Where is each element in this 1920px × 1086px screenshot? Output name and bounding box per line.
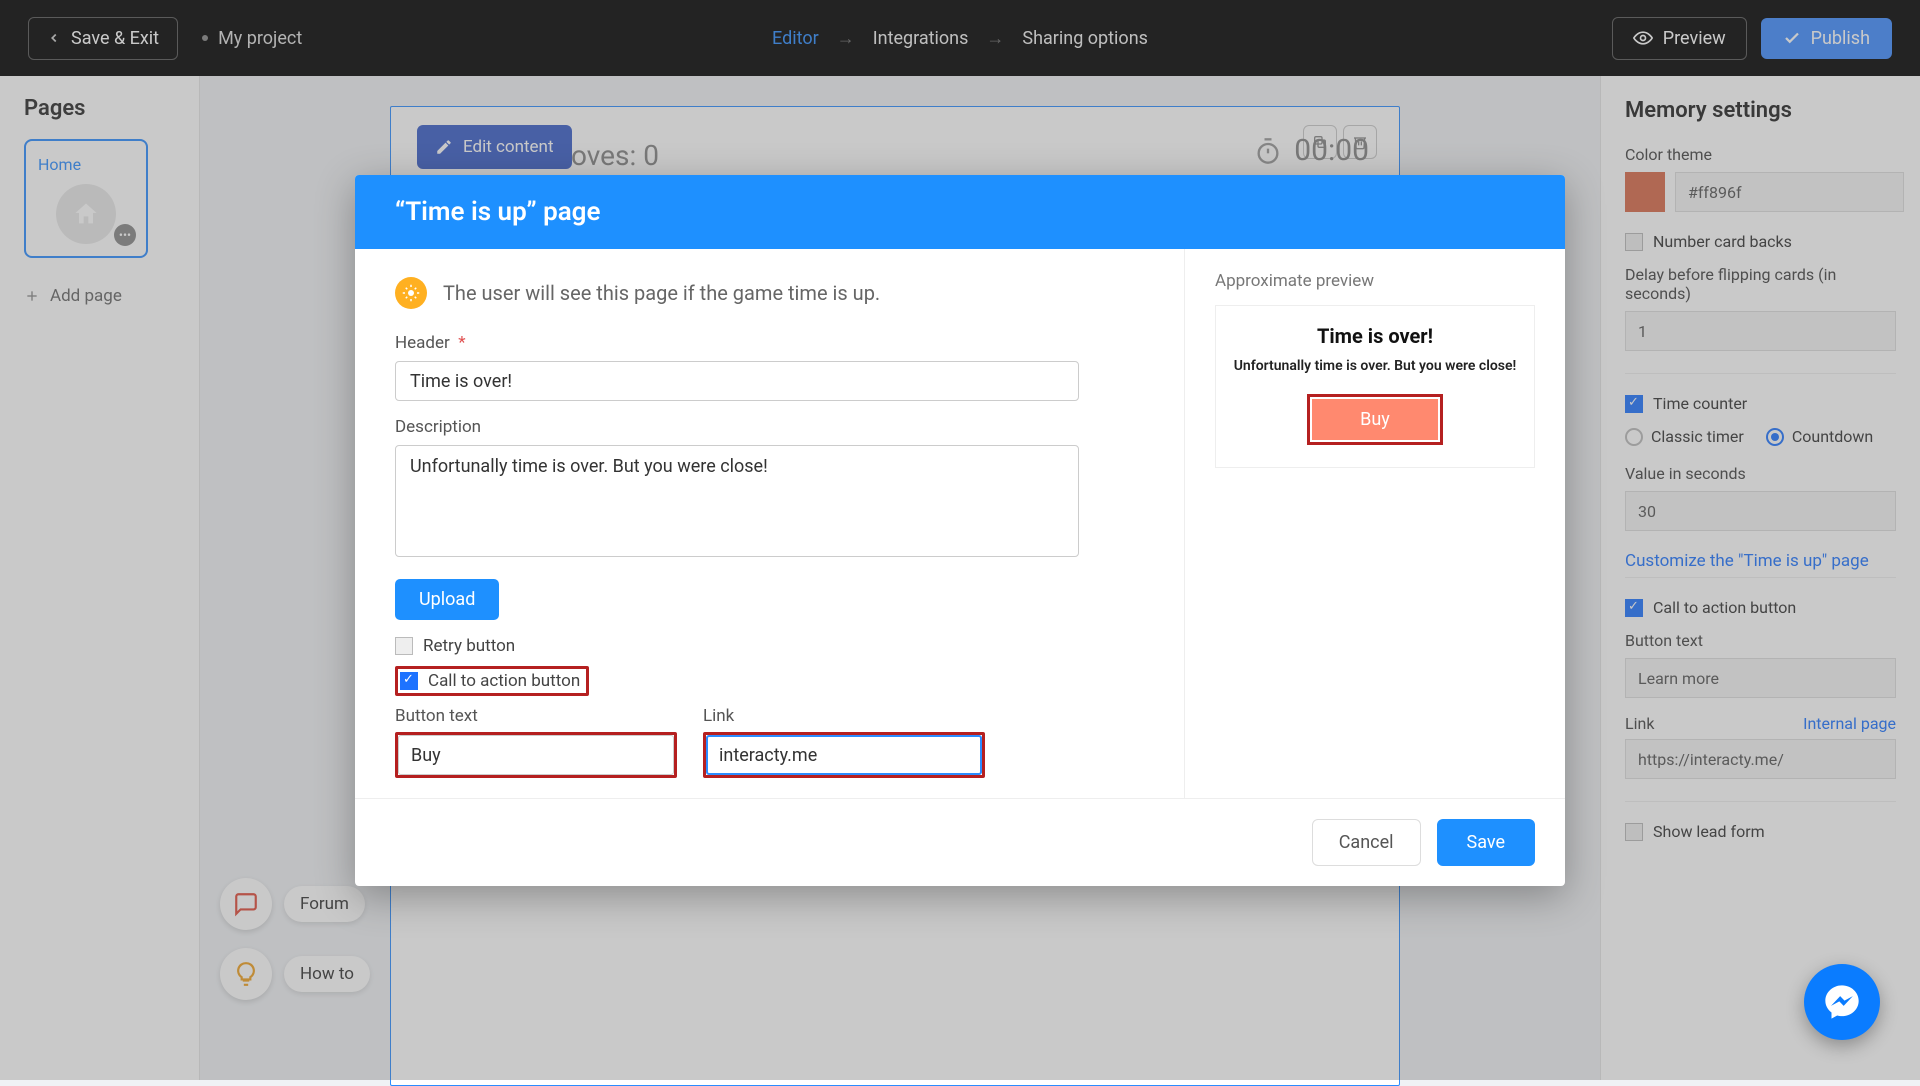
header-field-label: Header * xyxy=(395,333,1144,353)
messenger-icon xyxy=(1822,982,1862,1022)
link-label-modal: Link xyxy=(703,706,985,726)
timeup-modal: “Time is up” page The user will see this… xyxy=(355,175,1565,886)
messenger-button[interactable] xyxy=(1804,964,1880,1040)
cancel-button[interactable]: Cancel xyxy=(1312,819,1421,866)
checkbox-icon xyxy=(395,637,413,655)
retry-label: Retry button xyxy=(423,636,515,656)
link-input-modal[interactable] xyxy=(706,735,982,775)
button-text-label-modal: Button text xyxy=(395,706,677,726)
retry-checkbox[interactable]: Retry button xyxy=(395,636,1144,656)
description-field-label: Description xyxy=(395,417,1144,437)
cta-label-modal: Call to action button xyxy=(428,671,580,691)
save-button[interactable]: Save xyxy=(1437,819,1536,866)
description-textarea[interactable] xyxy=(395,445,1079,557)
modal-info-text: The user will see this page if the game … xyxy=(443,281,880,305)
cta-checkbox-modal[interactable]: Call to action button xyxy=(400,671,580,691)
modal-title: “Time is up” page xyxy=(355,175,1565,249)
upload-button[interactable]: Upload xyxy=(395,579,499,620)
modal-info: The user will see this page if the game … xyxy=(395,277,1144,309)
button-text-input-modal[interactable] xyxy=(398,735,674,775)
header-input[interactable] xyxy=(395,361,1079,401)
modal-overlay: “Time is up” page The user will see this… xyxy=(0,0,1920,1080)
checkbox-icon xyxy=(400,672,418,690)
preview-card: Time is over! Unfortunally time is over.… xyxy=(1215,305,1535,468)
preview-title: Time is over! xyxy=(1230,324,1520,348)
sun-icon xyxy=(395,277,427,309)
preview-desc: Unfortunally time is over. But you were … xyxy=(1230,358,1520,374)
preview-label: Approximate preview xyxy=(1215,271,1535,291)
preview-cta-button[interactable]: Buy xyxy=(1312,399,1438,440)
